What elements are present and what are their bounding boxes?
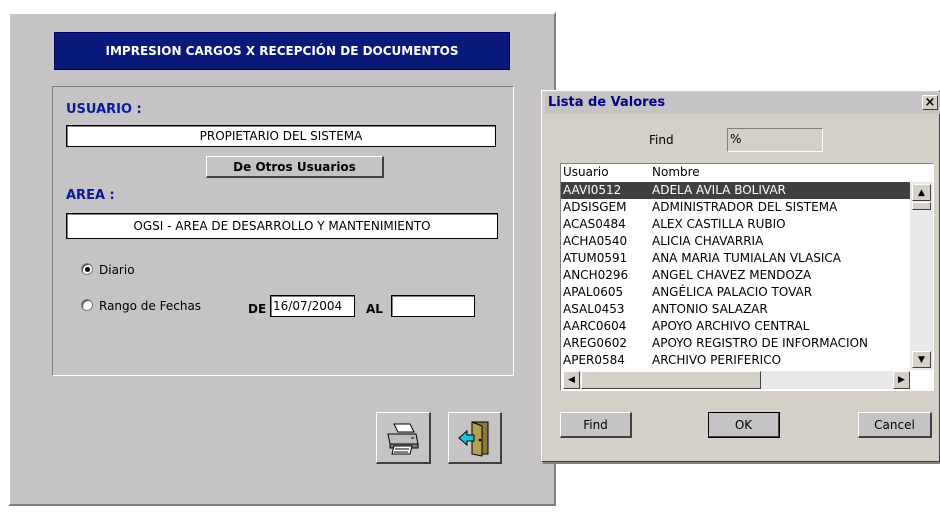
row-usuario: ASAL0453	[563, 302, 625, 316]
horizontal-scroll-thumb[interactable]	[581, 371, 761, 389]
arrow-left-icon: ◀	[568, 375, 575, 385]
column-header-nombre: Nombre	[652, 165, 700, 179]
print-button[interactable]	[376, 412, 431, 464]
usuario-label: USUARIO :	[66, 102, 142, 117]
vertical-scroll-thumb[interactable]	[912, 202, 931, 210]
row-nombre: ADELA AVILA BOLIVAR	[652, 183, 786, 197]
cancel-button-label: Cancel	[874, 417, 915, 432]
dialog-title-bar: Lista de Valores ×	[545, 92, 940, 114]
vertical-scrollbar[interactable]: ▲ ▼	[910, 182, 933, 370]
exit-door-icon	[457, 420, 488, 457]
ok-button-label: OK	[734, 417, 753, 432]
list-row[interactable]: ASAL0453 ANTONIO SALAZAR	[561, 301, 910, 318]
scroll-up-button[interactable]: ▲	[912, 184, 931, 201]
radio-diario[interactable]	[81, 263, 93, 275]
list-row[interactable]: APER0584 ARCHIVO PERIFERICO	[561, 352, 910, 369]
arrow-up-icon: ▲	[918, 187, 925, 198]
list-row[interactable]: ATUM0591 ANA MARIA TUMIALAN VLASICA	[561, 250, 910, 267]
radio-rango-fechas[interactable]	[81, 299, 93, 311]
form-title-text: IMPRESION CARGOS X RECEPCIÓN DE DOCUMENT…	[105, 44, 459, 58]
list-row[interactable]: ANCH0296 ANGEL CHAVEZ MENDOZA	[561, 267, 910, 284]
radio-diario-label: Diario	[99, 263, 135, 277]
row-nombre: ANGEL CHAVEZ MENDOZA	[652, 268, 812, 282]
list-row[interactable]: AREG0602 APOYO REGISTRO DE INFORMACION	[561, 335, 910, 352]
find-button[interactable]: Find	[560, 412, 632, 438]
row-usuario: AARC0604	[563, 319, 627, 333]
list-row[interactable]: APAL0605 ANGÉLICA PALACIO TOVAR	[561, 284, 910, 301]
usuario-field[interactable]: PROPIETARIO DEL SISTEMA	[66, 125, 496, 147]
row-usuario: ATUM0591	[563, 251, 628, 265]
de-label: DE	[248, 302, 267, 316]
row-usuario: AAVI0512	[563, 183, 622, 197]
row-nombre: ARCHIVO PERIFERICO	[652, 353, 782, 367]
column-header-usuario: Usuario	[563, 165, 609, 179]
row-usuario: APAL0605	[563, 285, 624, 299]
row-usuario: AREG0602	[563, 336, 627, 350]
find-label: Find	[649, 133, 674, 147]
row-usuario: ANCH0296	[563, 268, 629, 282]
row-nombre: ALEX CASTILLA RUBIO	[652, 217, 786, 231]
otros-usuarios-button[interactable]: De Otros Usuarios	[206, 156, 384, 178]
form-title: IMPRESION CARGOS X RECEPCIÓN DE DOCUMENT…	[54, 32, 510, 70]
scroll-down-button[interactable]: ▼	[912, 351, 931, 368]
area-label: AREA :	[66, 188, 115, 203]
row-nombre: ALICIA CHAVARRIA	[652, 234, 764, 248]
ok-button[interactable]: OK	[708, 412, 780, 438]
list-row[interactable]: ACHA0540 ALICIA CHAVARRIA	[561, 233, 910, 250]
row-nombre: APOYO ARCHIVO CENTRAL	[652, 319, 810, 333]
close-button[interactable]: ×	[922, 95, 938, 110]
arrow-right-icon: ▶	[898, 375, 905, 385]
cancel-button[interactable]: Cancel	[858, 412, 932, 438]
values-list[interactable]: Usuario Nombre AAVI0512 ADELA AVILA BOLIV…	[560, 163, 934, 391]
printer-icon	[387, 423, 419, 454]
scroll-left-button[interactable]: ◀	[563, 371, 580, 389]
row-nombre: ANGÉLICA PALACIO TOVAR	[652, 285, 813, 299]
row-usuario: ACHA0540	[563, 234, 628, 248]
list-row[interactable]: AARC0604 APOYO ARCHIVO CENTRAL	[561, 318, 910, 335]
find-input-value: %	[730, 132, 742, 146]
fecha-hasta-input[interactable]	[391, 295, 475, 317]
fecha-desde-input[interactable]: 16/07/2004	[270, 295, 355, 317]
row-nombre: ANA MARIA TUMIALAN VLASICA	[652, 251, 841, 265]
list-row[interactable]: ADSISGEM ADMINISTRADOR DEL SISTEMA	[561, 199, 910, 216]
area-field[interactable]: OGSI - AREA DE DESARROLLO Y MANTENIMIENT…	[66, 213, 498, 239]
row-usuario: APER0584	[563, 353, 625, 367]
list-row[interactable]: AAVI0512 ADELA AVILA BOLIVAR	[561, 182, 910, 199]
close-icon: ×	[924, 95, 936, 110]
find-input[interactable]: %	[727, 128, 823, 152]
arrow-down-icon: ▼	[918, 354, 925, 365]
scroll-right-button[interactable]: ▶	[893, 371, 910, 389]
otros-usuarios-button-label: De Otros Usuarios	[233, 159, 356, 174]
find-button-label: Find	[583, 417, 608, 432]
row-usuario: ACAS0484	[563, 217, 626, 231]
radio-rango-fechas-label: Rango de Fechas	[99, 299, 202, 313]
row-usuario: ADSISGEM	[563, 200, 627, 214]
dialog-title: Lista de Valores	[548, 95, 666, 110]
row-nombre: ANTONIO SALAZAR	[652, 302, 768, 316]
row-nombre: ADMINISTRADOR DEL SISTEMA	[652, 200, 838, 214]
row-nombre: APOYO REGISTRO DE INFORMACION	[652, 336, 868, 350]
horizontal-scrollbar[interactable]: ◀ ▶	[563, 371, 910, 389]
exit-button[interactable]	[448, 412, 502, 464]
al-label: AL	[366, 302, 383, 316]
list-row[interactable]: ACAS0484 ALEX CASTILLA RUBIO	[561, 216, 910, 233]
